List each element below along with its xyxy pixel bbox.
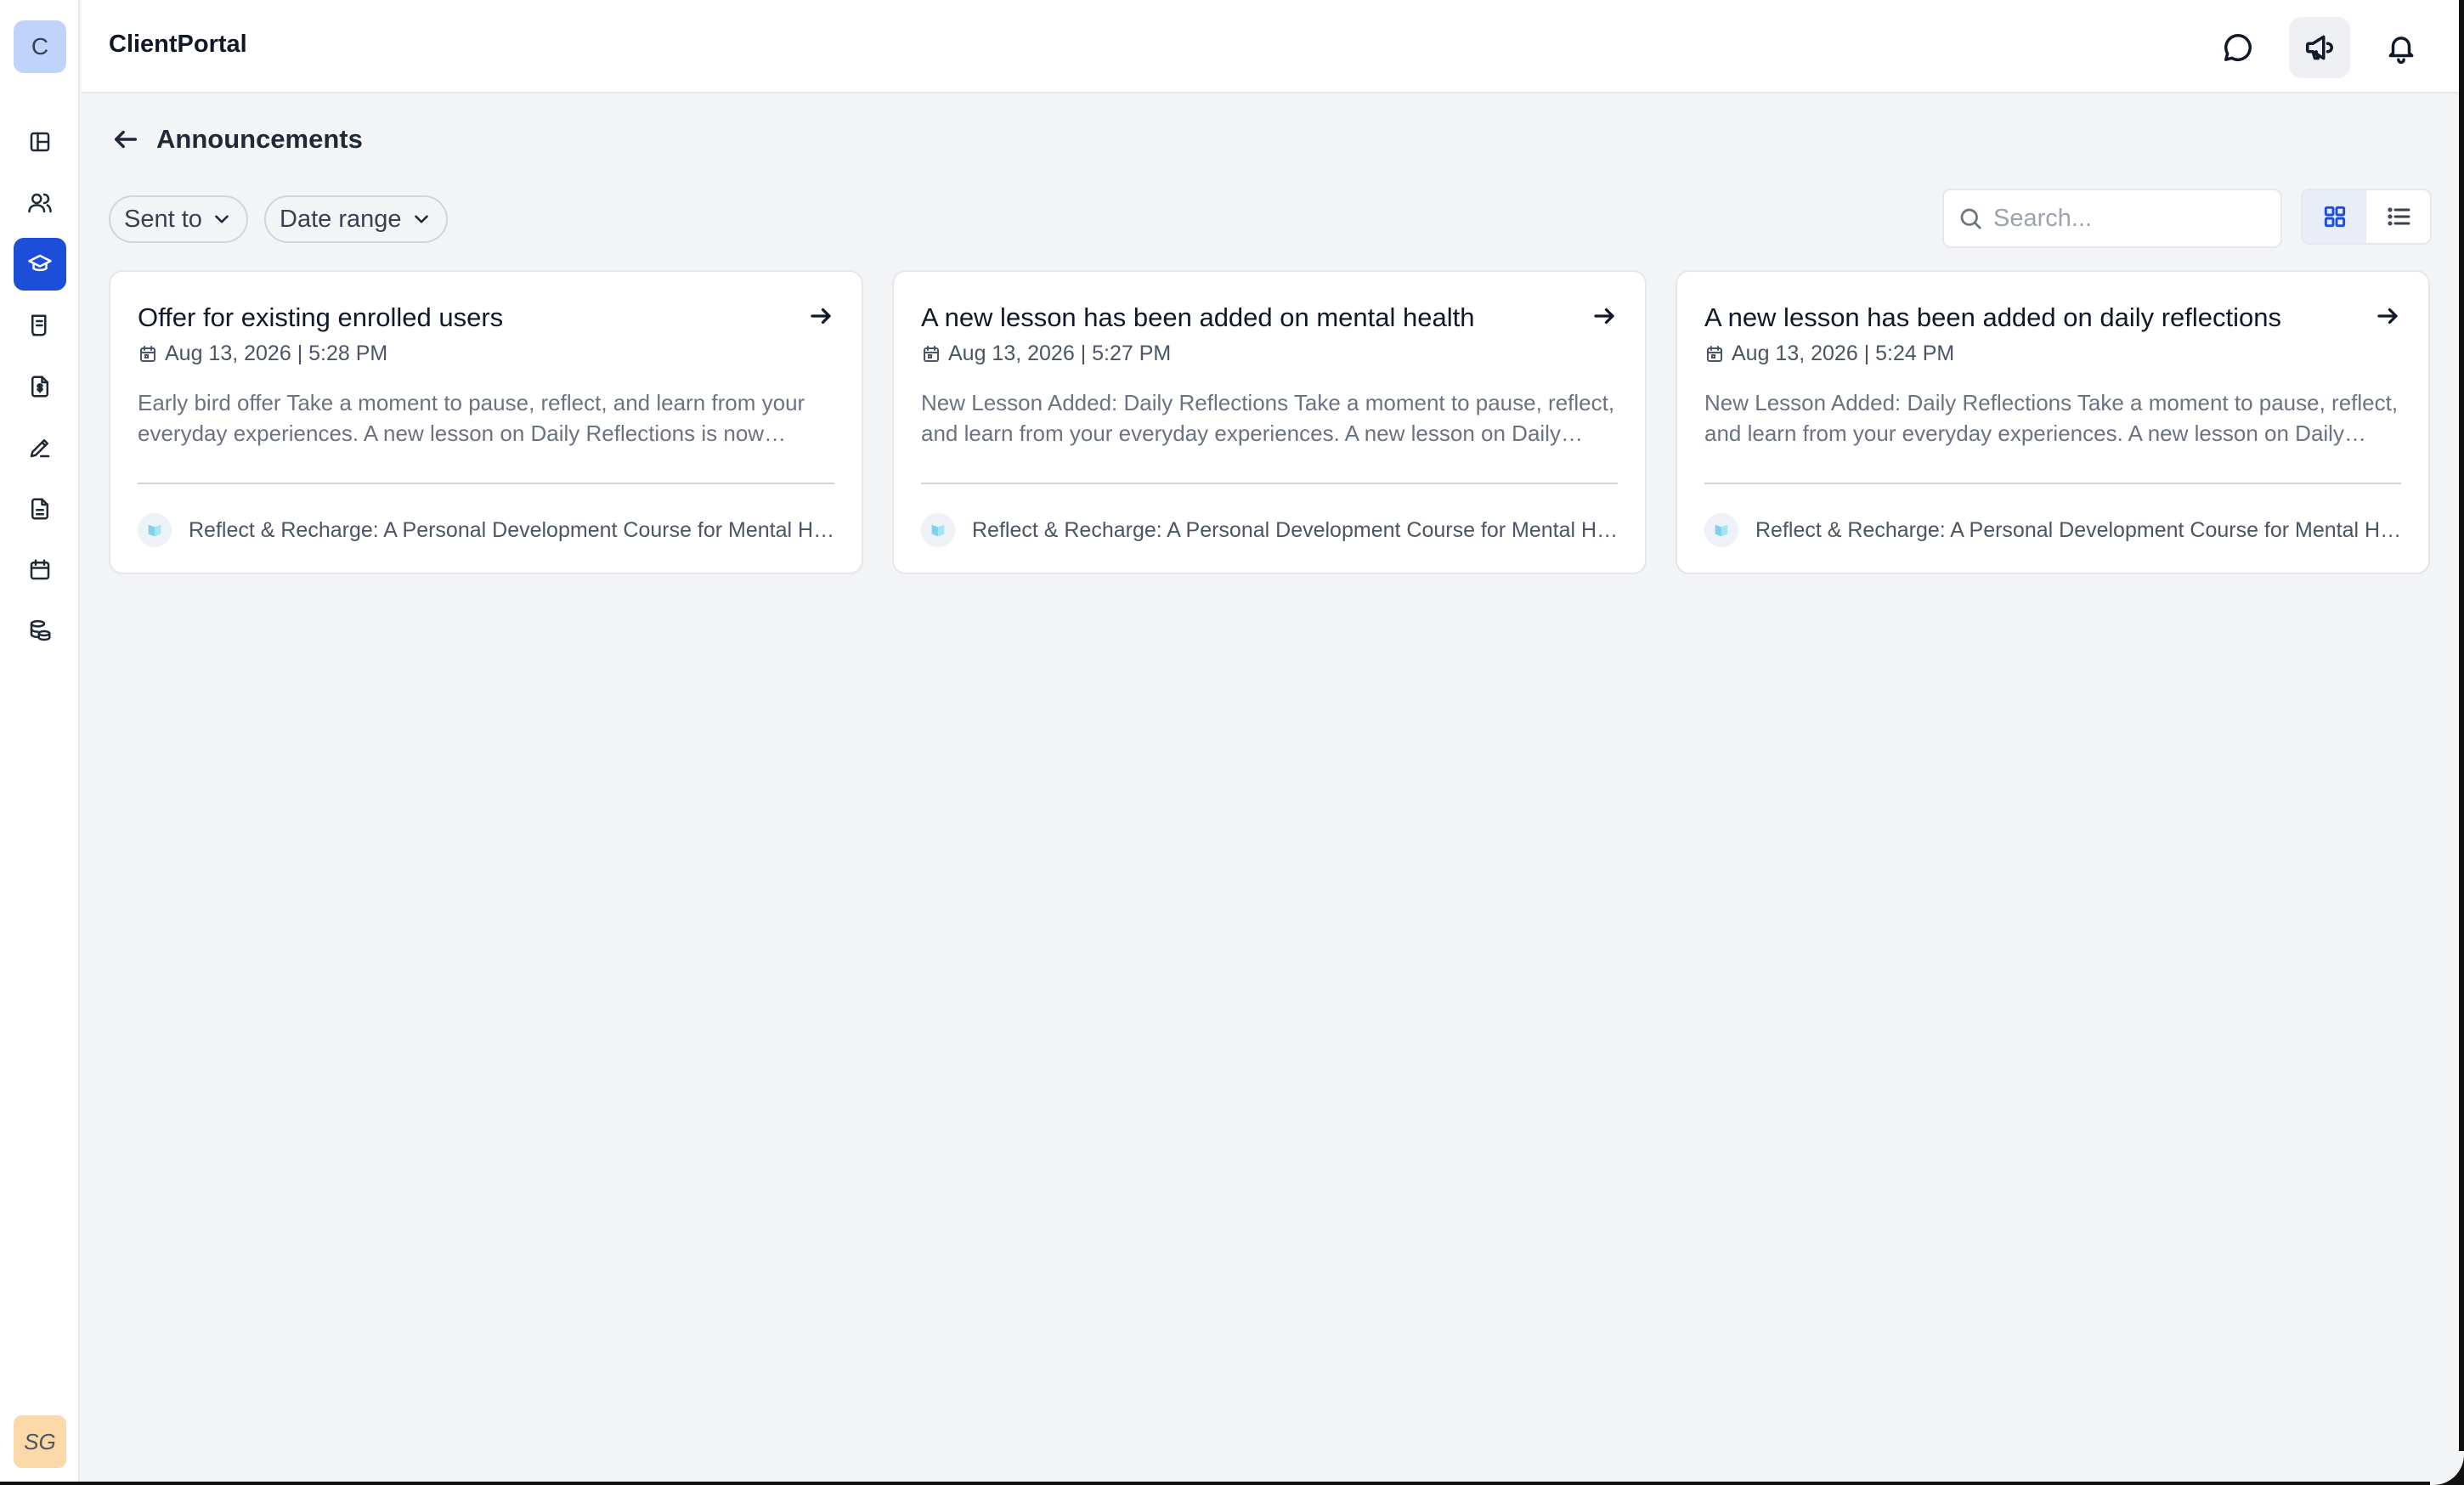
sidebar-item-receipts[interactable]: [14, 299, 66, 352]
date-range-label: Date range: [280, 205, 402, 233]
announcement-card[interactable]: A new lesson has been added on daily ref…: [1676, 270, 2430, 574]
sidebar-item-courses[interactable]: [14, 238, 66, 291]
arrow-right-icon: [2377, 308, 2398, 325]
announcement-course: Reflect & Recharge: A Personal Developme…: [138, 513, 838, 547]
course-book-icon: [921, 513, 955, 547]
user-initials: SG: [24, 1428, 56, 1454]
announcement-course: Reflect & Recharge: A Personal Developme…: [1704, 513, 2405, 547]
card-divider: [138, 483, 834, 484]
window-frame-edge: [2459, 0, 2464, 1485]
sent-to-filter[interactable]: Sent to: [109, 195, 248, 243]
logo-letter: C: [31, 33, 49, 59]
course-book-icon: [138, 513, 172, 547]
announcement-body: Early bird offer Take a moment to pause,…: [138, 390, 805, 446]
calendar-icon: [30, 559, 50, 580]
bell-icon: [2388, 37, 2414, 64]
window-frame-edge: [0, 1482, 2464, 1485]
grid-icon: [2324, 206, 2345, 228]
calendar-icon: [1707, 345, 1722, 362]
announcement-body: New Lesson Added: Daily Reflections Take…: [921, 390, 1615, 446]
arrow-left-icon: [114, 130, 138, 149]
sidebar-item-invoices[interactable]: [14, 360, 66, 413]
announcements-button[interactable]: [2289, 17, 2350, 78]
messages-button[interactable]: [2207, 17, 2269, 78]
grid-view-button[interactable]: [2303, 190, 2366, 243]
chevron-down-icon: [414, 215, 428, 223]
user-avatar[interactable]: SG: [14, 1415, 66, 1468]
database-icon: [30, 619, 51, 641]
announcement-title: A new lesson has been added on daily ref…: [1704, 302, 2282, 332]
arrow-right-icon: [1594, 308, 1614, 325]
pen-icon: [30, 439, 50, 458]
announcement-date-text: Aug 13, 2026 | 5:27 PM: [948, 342, 1172, 365]
app-logo[interactable]: C: [14, 20, 66, 73]
course-name: Reflect & Recharge: A Personal Developme…: [972, 517, 1621, 542]
announcement-date-text: Aug 13, 2026 | 5:24 PM: [1732, 342, 1955, 365]
sidebar-item-dashboard[interactable]: [14, 116, 66, 168]
graduation-cap-icon: [28, 254, 52, 272]
users-icon: [28, 193, 52, 213]
announcement-date: Aug 13, 2026 | 5:27 PM: [921, 342, 1171, 366]
card-divider: [921, 483, 1618, 484]
date-range-filter[interactable]: Date range: [264, 195, 448, 243]
open-announcement-button[interactable]: [805, 301, 836, 331]
open-announcement-button[interactable]: [1589, 301, 1619, 331]
announcement-card[interactable]: Offer for existing enrolled users Aug 13…: [109, 270, 863, 574]
announcement-title: Offer for existing enrolled users: [138, 302, 504, 332]
course-name: Reflect & Recharge: A Personal Developme…: [1755, 517, 2405, 542]
open-announcement-button[interactable]: [2372, 301, 2403, 331]
course-name: Reflect & Recharge: A Personal Developme…: [189, 517, 838, 542]
announcement-body: New Lesson Added: Daily Reflections Take…: [1704, 390, 2399, 446]
layout-icon: [30, 132, 50, 152]
arrow-right-icon: [811, 308, 831, 325]
app-title: ClientPortal: [109, 31, 247, 58]
sidebar: C SG: [0, 0, 80, 1485]
course-book-icon: [1704, 513, 1738, 547]
sidebar-item-users[interactable]: [14, 177, 66, 229]
search-icon: [1960, 208, 1981, 229]
announcement-card[interactable]: A new lesson has been added on mental he…: [892, 270, 1647, 574]
invoice-icon: [31, 375, 48, 398]
calendar-icon: [140, 345, 155, 362]
chevron-down-icon: [215, 215, 229, 223]
window-frame-corner: [2430, 1451, 2464, 1485]
sidebar-item-calendar[interactable]: [14, 544, 66, 596]
page-header: Announcements: [109, 121, 363, 158]
search-input[interactable]: [1993, 204, 2265, 233]
announcement-date: Aug 13, 2026 | 5:24 PM: [1704, 342, 1954, 366]
announcement-title: A new lesson has been added on mental he…: [921, 302, 1475, 332]
announcement-date-text: Aug 13, 2026 | 5:28 PM: [165, 342, 388, 365]
list-view-button[interactable]: [2366, 190, 2430, 243]
search-box: [1942, 189, 2282, 248]
sent-to-label: Sent to: [124, 205, 202, 233]
sidebar-item-signatures[interactable]: [14, 421, 66, 474]
view-toggle: [2301, 189, 2432, 245]
announcement-course: Reflect & Recharge: A Personal Developme…: [921, 513, 1621, 547]
chat-icon: [2224, 34, 2252, 61]
topbar: ClientPortal: [82, 0, 2464, 93]
notifications-button[interactable]: [2371, 17, 2432, 78]
list-icon: [2387, 207, 2410, 226]
back-button[interactable]: [109, 122, 143, 156]
sidebar-item-documents[interactable]: [14, 483, 66, 535]
receipt-icon: [31, 314, 47, 336]
announcement-date: Aug 13, 2026 | 5:28 PM: [138, 342, 387, 366]
document-icon: [31, 498, 48, 520]
card-divider: [1704, 483, 2401, 484]
megaphone-icon: [2306, 35, 2333, 60]
calendar-icon: [924, 345, 939, 362]
page-title: Announcements: [156, 124, 363, 154]
sidebar-item-billing[interactable]: [14, 605, 66, 658]
